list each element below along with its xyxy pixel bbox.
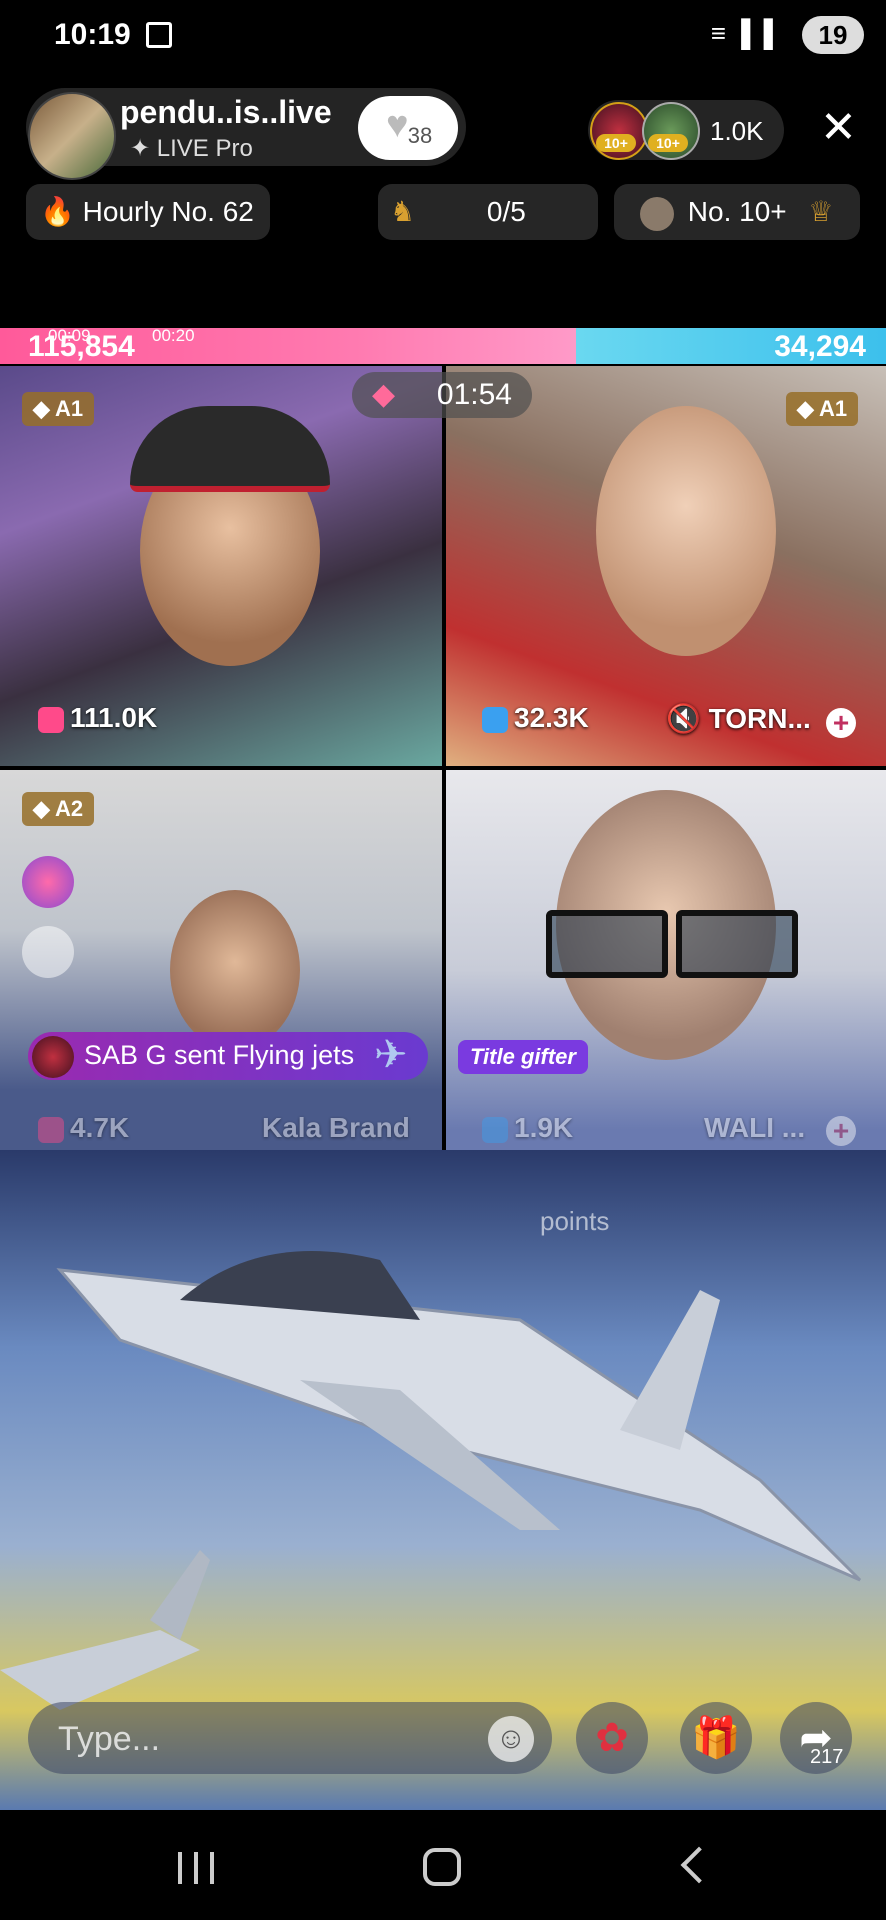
battery-indicator: 19 xyxy=(802,16,864,54)
gift-box-icon[interactable]: 🎁 xyxy=(680,1702,752,1774)
tile-2-stat: 32.3K xyxy=(482,702,589,734)
tile-4-name: WALI ... xyxy=(704,1112,806,1143)
rose-gift-button[interactable]: ✿ xyxy=(576,1702,648,1774)
tile-1-stat-text: 111.0K xyxy=(70,702,158,733)
glasses-right xyxy=(676,910,798,978)
viewer-badge-2: 10+ xyxy=(648,134,688,152)
live-pro-text: LIVE Pro xyxy=(156,135,253,162)
host-name: pendu..is..live xyxy=(120,94,332,130)
host-avatar[interactable] xyxy=(28,92,116,180)
tile-4-stat: 1.9K xyxy=(482,1112,573,1144)
goal-progress-text: 0/5 xyxy=(486,196,526,227)
follow-button[interactable]: ♥ 38 xyxy=(358,96,458,160)
gifter-avatar xyxy=(32,1036,74,1078)
tile-4-stat-text: 1.9K xyxy=(514,1112,574,1143)
clock: 10:19 xyxy=(54,18,131,51)
screen-record-icon xyxy=(146,22,172,48)
recent-apps-button[interactable] xyxy=(156,1838,236,1898)
battle-timer: ◆ 01:54 xyxy=(352,372,532,418)
add-guest-4-button[interactable]: + xyxy=(826,1116,856,1146)
stat-icon-4 xyxy=(482,1116,508,1143)
guest-tile-4[interactable] xyxy=(446,770,886,1170)
ranking-text: No. 10+ xyxy=(687,196,787,227)
cap xyxy=(130,406,330,492)
glasses-left xyxy=(546,910,668,978)
hourly-rank-chip[interactable]: 🔥 Hourly No. 62 xyxy=(26,184,270,240)
dragon-icon: ♕ xyxy=(808,196,834,227)
points-label: points xyxy=(540,1206,610,1236)
heart-icon: ♥ xyxy=(386,104,409,146)
lion-goal-chip[interactable]: ♞ 0/5 xyxy=(378,184,598,240)
battle-time-b: 00:20 xyxy=(152,326,195,345)
flame-icon: 🔥 xyxy=(40,196,75,227)
sparkle-icon: ✦ xyxy=(130,135,157,162)
rank-text-3: A2 xyxy=(55,796,84,821)
viewer-count: 1.0K xyxy=(710,116,764,146)
share-count: 217 xyxy=(810,1746,844,1768)
guest-video-2 xyxy=(596,406,776,656)
follow-count: 38 xyxy=(407,123,433,148)
jet-gift-icon: ✈ xyxy=(374,1033,408,1077)
hourly-rank-text: Hourly No. 62 xyxy=(82,196,254,227)
tile-2-name: 🔇 TORN... xyxy=(666,702,811,735)
ranking-chip[interactable]: No. 10+ ♕ xyxy=(614,184,860,240)
tile-3-stat: 4.7K xyxy=(38,1112,129,1144)
comment-input[interactable] xyxy=(56,1716,440,1762)
rank-badge-1: ◆ A1 xyxy=(22,392,94,426)
back-button[interactable] xyxy=(652,1838,732,1898)
tile-2-name-text: TORN... xyxy=(708,703,811,734)
battle-timer-text: 01:54 xyxy=(436,378,512,411)
signal-wifi-icons: ≡ ▌▌ xyxy=(710,18,786,48)
rank-text-1: A1 xyxy=(55,396,84,421)
tile-1-stat: 111.0K xyxy=(38,702,157,734)
viewer-badge-1: 10+ xyxy=(596,134,636,152)
battle-time-a: 00:09 xyxy=(48,326,91,345)
guest-video-3 xyxy=(170,890,300,1050)
tile-3-stat-text: 4.7K xyxy=(70,1112,130,1143)
tile-3-name: Kala Brand xyxy=(262,1112,410,1143)
diamond-icon: ◆ xyxy=(32,796,50,821)
rank-badge-3: ◆ A2 xyxy=(22,792,94,826)
effect-icon[interactable] xyxy=(22,856,74,908)
emoji-icon[interactable]: ☺ xyxy=(488,1716,534,1762)
lion-icon: ♞ xyxy=(390,196,416,227)
tile-2-stat-text: 32.3K xyxy=(514,702,589,733)
gift-message: SAB G sent Flying jets xyxy=(84,1040,355,1070)
stat-icon-1 xyxy=(38,706,64,733)
rank-text-2: A1 xyxy=(819,396,848,421)
stat-icon-2 xyxy=(482,706,508,733)
close-icon[interactable]: ✕ xyxy=(820,106,857,150)
right-team-score: 34,294 xyxy=(774,330,866,363)
rank-badge-2: ◆ A1 xyxy=(786,392,858,426)
diamond-icon: ◆ xyxy=(32,396,50,421)
muted-icon: 🔇 xyxy=(666,703,701,734)
cloud-icon[interactable] xyxy=(22,926,74,978)
home-button[interactable] xyxy=(403,1838,483,1898)
add-guest-2-button[interactable]: + xyxy=(826,708,856,738)
ranker-avatar xyxy=(640,196,674,231)
live-pro-label: ✦ LIVE Pro xyxy=(130,134,253,163)
diamond-icon: ◆ xyxy=(796,396,814,421)
glove-icon: ◆ xyxy=(372,378,396,411)
stat-icon-3 xyxy=(38,1116,64,1143)
title-gifter-badge: Title gifter xyxy=(458,1040,588,1074)
